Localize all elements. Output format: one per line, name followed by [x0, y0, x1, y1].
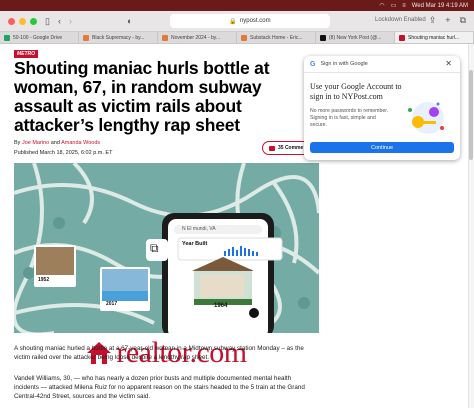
address-bar[interactable]: 🔒 nypost.com — [170, 14, 330, 28]
tab-bar: 50-100 - Google Drive Black Supremacy - … — [0, 32, 474, 44]
popup-body: No more passwords to remember. Signing i… — [310, 108, 389, 128]
sidebar-toggle-icon[interactable]: ▯ — [45, 16, 50, 27]
house-year-2017: 2017 — [106, 301, 118, 307]
window-controls — [8, 17, 37, 25]
browser-toolbar: ▯ ‹ › ◐ 🔒 nypost.com Lockdown Enabled ⇪ … — [0, 11, 474, 32]
control-center-icon[interactable]: ≡ — [402, 3, 406, 9]
battery-icon[interactable]: ▭ — [391, 2, 397, 9]
substack-favicon-icon — [83, 34, 89, 41]
author-link-joe-marino[interactable]: Joe Marino — [22, 140, 49, 146]
google-logo-icon: G — [310, 60, 316, 68]
share-icon[interactable]: ⇪ — [429, 15, 437, 26]
zoom-window-button[interactable] — [30, 17, 37, 25]
article-paragraph: A shouting maniac hurled a bottle at a 6… — [14, 345, 304, 362]
year-built-label: Year Built — [182, 241, 208, 247]
privacy-shield-icon[interactable]: ◐ — [127, 16, 132, 26]
forward-icon[interactable]: › — [69, 16, 72, 26]
address-bar-url: nypost.com — [239, 18, 271, 24]
byline: By Joe Marino and Amanda Woods — [14, 140, 101, 146]
tab-overview-icon[interactable]: ⧉ — [460, 15, 466, 26]
map-illustration — [14, 163, 319, 333]
popup-header-text: Sign in with Google — [320, 61, 368, 67]
scrollbar-thumb[interactable] — [469, 70, 473, 160]
lock-icon: 🔒 — [229, 18, 237, 25]
house-year-1952: 1952 — [38, 277, 50, 283]
continue-button[interactable]: Continue — [310, 142, 454, 153]
realtor-ad-image[interactable]: N El mundi, VA ⧉ Year Built 1964 1952 20… — [14, 163, 319, 333]
map-search-input: N El mundi, VA — [182, 226, 216, 232]
google-signin-popup: G Sign in with Google ✕ Use your Google … — [304, 56, 460, 160]
tab-substack-home[interactable]: Substack Home - Eric... — [237, 32, 316, 43]
x-favicon-icon — [320, 34, 326, 41]
tab-november-2024[interactable]: November 2024 - by... — [158, 32, 237, 43]
year-built-value: 1964 — [214, 303, 228, 309]
author-link-amanda-woods[interactable]: Amanda Woods — [61, 140, 100, 146]
google-drive-favicon-icon — [4, 34, 10, 41]
tab-google-drive[interactable]: 50-100 - Google Drive — [0, 32, 79, 43]
close-window-button[interactable] — [8, 17, 15, 25]
close-icon[interactable]: ✕ — [445, 59, 452, 68]
tab-black-supremacy[interactable]: Black Supremacy - by... — [79, 32, 158, 43]
wifi-icon[interactable]: ◠ — [379, 2, 384, 9]
back-icon[interactable]: ‹ — [58, 16, 61, 26]
new-tab-icon[interactable]: + — [445, 15, 450, 26]
popup-header: G Sign in with Google ✕ — [304, 56, 460, 73]
substack-favicon-icon — [241, 34, 247, 41]
comment-icon — [269, 145, 275, 151]
substack-favicon-icon — [162, 34, 168, 41]
article-headline: Shouting maniac hurls bottle at woman, 6… — [14, 58, 270, 135]
nypost-favicon-icon — [399, 34, 405, 41]
layers-icon: ⧉ — [150, 241, 159, 255]
lockdown-indicator: Lockdown Enabled — [375, 17, 426, 23]
section-badge[interactable]: METRO — [14, 50, 39, 58]
tab-shouting-maniac[interactable]: Shouting maniac hurl... — [395, 32, 474, 43]
tab-new-york-post-x[interactable]: (8) New York Post (@... — [316, 32, 395, 43]
minimize-window-button[interactable] — [19, 17, 26, 25]
popup-title: Use your Google Account to sign in to NY… — [310, 82, 402, 101]
menubar-datetime[interactable]: Wed Mar 19 4:19 AM — [412, 3, 468, 9]
macos-menubar: ◠ ▭ ≡ Wed Mar 19 4:19 AM — [0, 0, 474, 11]
article-paragraph: Vandell Williams, 30, — who has nearly a… — [14, 375, 305, 401]
published-date: Published March 18, 2025, 6:02 p.m. ET — [14, 150, 113, 156]
keys-illustration-icon — [408, 102, 444, 134]
